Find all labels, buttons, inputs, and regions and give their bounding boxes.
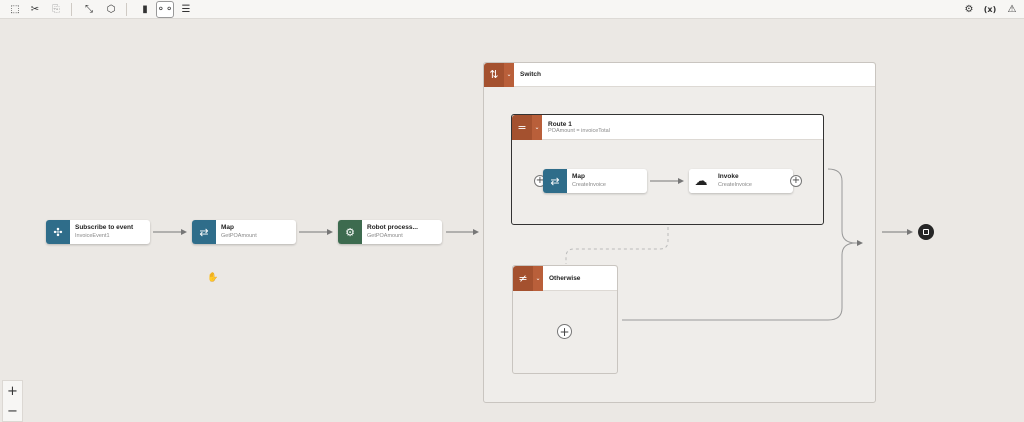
- add-action-button[interactable]: +: [790, 175, 802, 187]
- cut-icon[interactable]: ✂: [26, 1, 44, 18]
- vertical-layout-icon[interactable]: ▮: [136, 1, 154, 18]
- robot-process-node[interactable]: ⚙ Robot process... GetPOAmount: [338, 220, 442, 244]
- end-node[interactable]: [918, 224, 934, 240]
- node-subtitle: GetPOAmount: [221, 233, 257, 239]
- node-subtitle: CreateInvoice: [572, 182, 606, 188]
- horizontal-layout-icon[interactable]: ⚬⚬: [156, 1, 174, 18]
- map-node-getpoamount[interactable]: ⇄ Map GetPOAmount: [192, 220, 296, 244]
- map-icon: ⇄: [192, 220, 216, 244]
- node-subtitle: GetPOAmount: [367, 233, 403, 239]
- node-title: Subscribe to event: [75, 224, 134, 231]
- flow-connectors: [153, 168, 913, 321]
- node-title: Robot process...: [367, 224, 418, 231]
- collapse-icon[interactable]: ⤡: [80, 1, 98, 18]
- connector-route1-merge: [827, 168, 857, 244]
- flow-canvas[interactable]: ⇅ ⌄ Switch = ⌄ Route 1 POAmount = invoic…: [0, 19, 1024, 422]
- package-icon[interactable]: ⬡: [102, 1, 120, 18]
- select-icon[interactable]: ⬚: [6, 1, 24, 18]
- node-subtitle: InvoiceEvent1: [75, 233, 110, 239]
- add-action-button[interactable]: +: [557, 324, 572, 339]
- toolbar: ⬚ ✂ ⎘ ⤡ ⬡ ▮ ⚬⚬ ☰ ⚙ (x) ⚠: [0, 0, 1024, 19]
- variables-icon[interactable]: (x): [981, 1, 999, 18]
- connector-otherwise-merge: [622, 242, 857, 321]
- node-title: Map: [221, 224, 234, 231]
- map-icon: ⇄: [543, 169, 567, 193]
- node-subtitle: CreateInvoice: [718, 182, 752, 188]
- cloud-icon: ☁: [689, 169, 713, 193]
- connector-dashed-route: [565, 227, 669, 264]
- node-title: Map: [572, 173, 585, 180]
- subscribe-event-node[interactable]: ✣ Subscribe to event InvoiceEvent1: [46, 220, 150, 244]
- zoom-controls: + −: [2, 380, 23, 422]
- node-title: Invoke: [718, 173, 739, 180]
- hand-cursor-icon: ✋: [207, 273, 219, 283]
- invoke-node[interactable]: ☁ Invoke CreateInvoice: [689, 169, 793, 193]
- outline-layout-icon[interactable]: ☰: [177, 1, 195, 18]
- event-icon: ✣: [46, 220, 70, 244]
- zoom-out-button[interactable]: −: [3, 401, 22, 421]
- warning-icon[interactable]: ⚠: [1003, 1, 1021, 18]
- zoom-in-button[interactable]: +: [3, 381, 22, 401]
- toolbar-divider: [71, 3, 72, 16]
- settings-icon[interactable]: ⚙: [960, 1, 978, 18]
- paste-icon[interactable]: ⎘: [47, 1, 65, 18]
- stop-icon: [923, 229, 929, 235]
- robot-icon: ⚙: [338, 220, 362, 244]
- map-node-createinvoice[interactable]: ⇄ Map CreateInvoice: [543, 169, 647, 193]
- toolbar-divider: [126, 3, 127, 16]
